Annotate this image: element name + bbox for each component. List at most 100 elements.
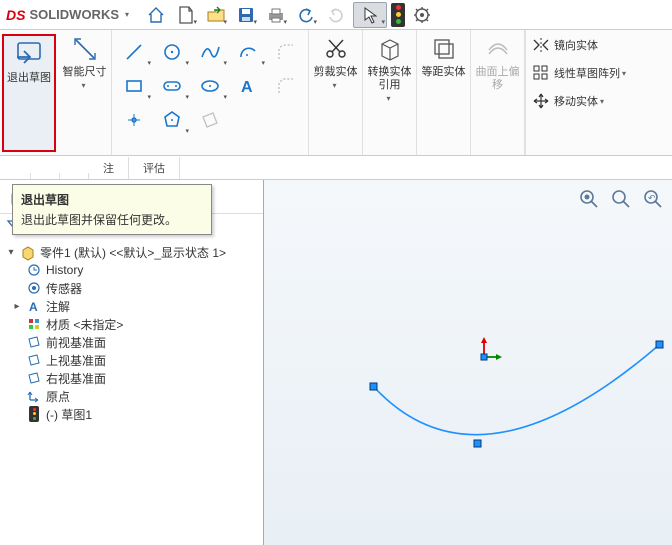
dropdown-icon[interactable]: ▾ — [622, 69, 626, 78]
plane-icon — [26, 370, 42, 386]
plane-icon — [26, 334, 42, 350]
plane-icon — [26, 352, 42, 368]
tree-front-plane[interactable]: 前视基准面 — [0, 333, 263, 351]
circle-tool[interactable]: ▾ — [154, 36, 190, 68]
sketch-curve[interactable] — [264, 180, 672, 440]
convert-icon — [375, 34, 405, 64]
tab-partial-2[interactable] — [60, 173, 89, 179]
dropdown-icon[interactable]: ▾ — [332, 81, 336, 90]
curve-endpoint[interactable] — [656, 341, 663, 348]
annotations-icon: A — [26, 298, 42, 314]
text-tool[interactable]: A — [230, 70, 266, 102]
dropdown-icon[interactable]: ▾ — [81, 81, 85, 90]
trim-button[interactable]: 剪裁实体 ▾ — [309, 30, 363, 155]
fillet-tool[interactable] — [268, 36, 304, 68]
slot-tool[interactable]: ▾ — [154, 70, 190, 102]
tree-sketch1[interactable]: (-) 草图1 — [0, 405, 263, 423]
expand-icon[interactable]: ▸ — [12, 301, 22, 312]
modify-tools-group: 剪裁实体 ▾ 转换实体引用 ▾ 等距实体 曲面上偏移 — [309, 30, 526, 155]
tree-annotations-label: 注解 — [46, 298, 70, 315]
pattern-tools-group: 镜向实体 线性草图阵列 ▾ 移动实体 ▾ — [526, 30, 632, 155]
undo-button[interactable]: ▾ — [293, 2, 319, 28]
tooltip-body: 退出此草图并保留任何更改。 — [21, 211, 203, 228]
convert-label: 转换实体引用 — [365, 66, 414, 92]
tree-root[interactable]: ▾ 零件1 (默认) <<默认>_显示状态 1> — [0, 243, 263, 261]
command-tabs: 注 评估 — [0, 156, 672, 180]
tree-material[interactable]: 材质 <未指定> — [0, 315, 263, 333]
tree-front-plane-label: 前视基准面 — [46, 334, 106, 351]
tab-annotate[interactable]: 注 — [89, 157, 129, 179]
feature-tree: ▾ 零件1 (默认) <<默认>_显示状态 1> History 传感器 ▸ A… — [0, 241, 263, 545]
tree-sensors[interactable]: 传感器 — [0, 279, 263, 297]
ribbon: 退出草图 智能尺寸 ▾ ▾ ▾ ▾ ▾ ▾ ▾ ▾ A ▾ 剪裁实体 ▾ 转换实… — [0, 30, 672, 156]
rectangle-tool[interactable]: ▾ — [116, 70, 152, 102]
mirror-label: 镜向实体 — [554, 37, 598, 53]
polygon-tool[interactable]: ▾ — [154, 104, 190, 136]
point-tool[interactable] — [116, 104, 152, 136]
chamfer-tool[interactable] — [268, 70, 304, 102]
exit-sketch-button[interactable]: 退出草图 — [2, 34, 56, 152]
tree-top-plane-label: 上视基准面 — [46, 352, 106, 369]
tree-right-plane-label: 右视基准面 — [46, 370, 106, 387]
tree-right-plane[interactable]: 右视基准面 — [0, 369, 263, 387]
tab-partial-1[interactable] — [30, 173, 60, 179]
brand-dropdown-icon[interactable]: ▾ — [125, 10, 129, 19]
brand: DS SOLIDWORKS — [6, 7, 119, 23]
linear-pattern-icon — [532, 64, 550, 82]
options-button[interactable] — [409, 2, 435, 28]
tree-origin[interactable]: 原点 — [0, 387, 263, 405]
exit-sketch-icon — [14, 40, 44, 70]
smart-dimension-button[interactable]: 智能尺寸 ▾ — [58, 30, 112, 155]
material-icon — [26, 316, 42, 332]
mirror-row[interactable]: 镜向实体 — [532, 34, 626, 56]
save-button[interactable]: ▾ — [233, 2, 259, 28]
linear-pattern-row[interactable]: 线性草图阵列 ▾ — [532, 62, 626, 84]
plane-tool[interactable] — [192, 104, 228, 136]
move-label: 移动实体 — [554, 93, 598, 109]
move-entities-row[interactable]: 移动实体 ▾ — [532, 90, 626, 112]
offset-surface-icon — [483, 34, 513, 64]
scissors-icon — [321, 34, 351, 64]
sketch-tools-grid: ▾ ▾ ▾ ▾ ▾ ▾ ▾ A ▾ — [112, 30, 309, 155]
title-bar: DS SOLIDWORKS ▾ ▾ ▾ ▾ ▾ ▾ — [0, 0, 672, 30]
svg-text:A: A — [241, 79, 253, 96]
open-button[interactable]: ▾ — [203, 2, 229, 28]
curve-midpoint[interactable] — [474, 440, 481, 447]
line-tool[interactable]: ▾ — [116, 36, 152, 68]
origin-icon — [26, 388, 42, 404]
tooltip-title: 退出草图 — [21, 191, 203, 208]
tree-annotations[interactable]: ▸ A 注解 — [0, 297, 263, 315]
quick-access-toolbar: ▾ ▾ ▾ ▾ ▾ ▾ — [143, 2, 435, 28]
tree-origin-label: 原点 — [46, 388, 70, 405]
new-button[interactable]: ▾ — [173, 2, 199, 28]
select-button[interactable]: ▾ — [353, 2, 387, 28]
trim-label: 剪裁实体 — [314, 66, 358, 79]
ellipse-tool[interactable]: ▾ — [192, 70, 228, 102]
tree-history[interactable]: History — [0, 261, 263, 279]
tree-material-label: 材质 <未指定> — [46, 316, 123, 333]
viewport[interactable]: ↶ — [264, 180, 672, 545]
tree-history-label: History — [46, 263, 83, 277]
dropdown-icon[interactable]: ▾ — [386, 94, 390, 103]
offset-surface-label: 曲面上偏移 — [473, 66, 522, 92]
mirror-icon — [532, 36, 550, 54]
redo-button[interactable] — [323, 2, 349, 28]
arc-tool[interactable]: ▾ — [230, 36, 266, 68]
dropdown-icon[interactable]: ▾ — [600, 97, 604, 106]
print-button[interactable]: ▾ — [263, 2, 289, 28]
convert-entities-button[interactable]: 转换实体引用 ▾ — [363, 30, 417, 155]
exit-sketch-label: 退出草图 — [7, 72, 51, 85]
smart-dimension-label: 智能尺寸 — [63, 66, 107, 79]
smart-dimension-icon — [70, 34, 100, 64]
curve-endpoint[interactable] — [370, 383, 377, 390]
home-button[interactable] — [143, 2, 169, 28]
offset-icon — [429, 34, 459, 64]
offset-entities-button[interactable]: 等距实体 — [417, 30, 471, 155]
linear-pattern-label: 线性草图阵列 — [554, 65, 620, 81]
spline-tool[interactable]: ▾ — [192, 36, 228, 68]
brand-name: SOLIDWORKS — [29, 7, 119, 22]
offset-surface-button: 曲面上偏移 — [471, 30, 525, 155]
tab-evaluate[interactable]: 评估 — [129, 157, 180, 179]
tree-top-plane[interactable]: 上视基准面 — [0, 351, 263, 369]
collapse-icon[interactable]: ▾ — [6, 247, 16, 258]
